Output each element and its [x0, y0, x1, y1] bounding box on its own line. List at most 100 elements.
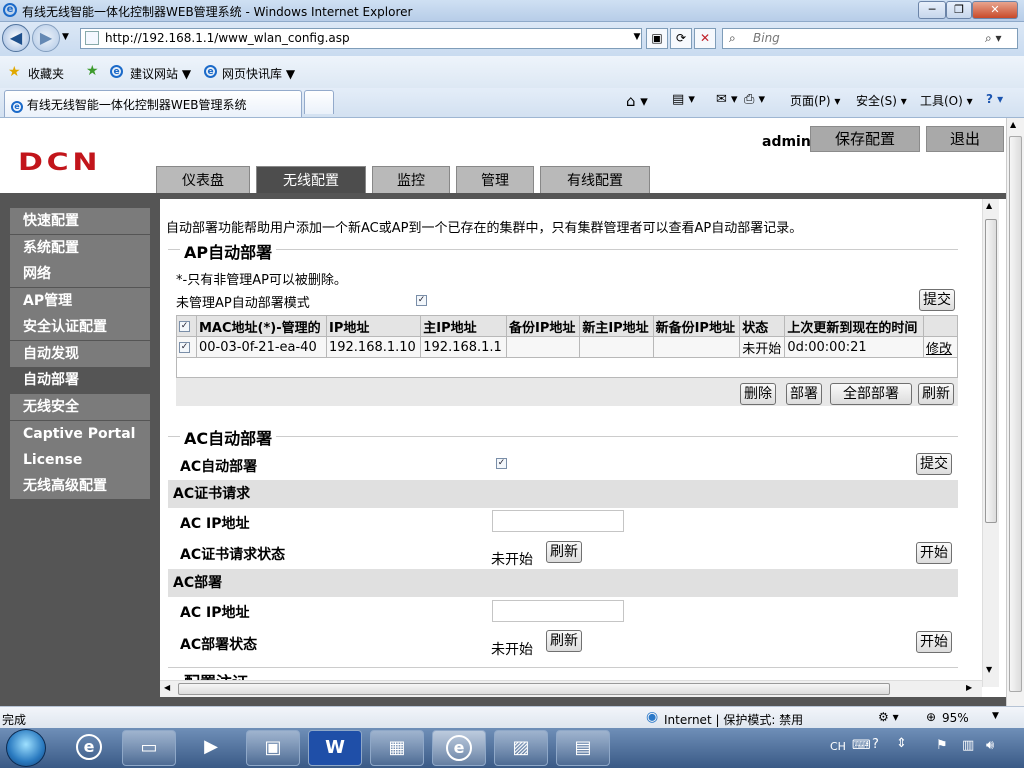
- browser-scroll-thumb[interactable]: [1009, 136, 1022, 692]
- sidebar-item-auto-deploy[interactable]: 自动部署: [10, 367, 150, 393]
- favorites-button[interactable]: 收藏夹: [28, 65, 64, 82]
- taskbar-word-icon[interactable]: W: [308, 730, 362, 766]
- taskbar-notepad-icon[interactable]: ▤: [556, 730, 610, 766]
- cert-start-button[interactable]: 开始: [916, 542, 952, 564]
- compat-view-icon[interactable]: ▣: [646, 28, 668, 49]
- taskbar-media-player-icon[interactable]: ▶: [184, 730, 238, 766]
- safety-menu[interactable]: 安全(S) ▾: [856, 92, 907, 109]
- start-button[interactable]: [6, 729, 46, 767]
- zoom-level[interactable]: 95%: [942, 711, 969, 725]
- edit-link[interactable]: 修改: [926, 342, 952, 357]
- save-config-button[interactable]: 保存配置: [810, 126, 920, 152]
- zone-text[interactable]: Internet | 保护模式: 禁用: [664, 711, 803, 728]
- back-button[interactable]: ◀: [2, 24, 30, 52]
- content-vertical-scrollbar[interactable]: ▲ ▼: [982, 199, 999, 687]
- taskbar-ie-pinned-icon[interactable]: e: [62, 730, 116, 766]
- taskbar-explorer-icon[interactable]: ▭: [122, 730, 176, 766]
- zoom-dropdown-icon[interactable]: ▼: [992, 711, 999, 721]
- vertical-scroll-thumb[interactable]: [985, 219, 997, 523]
- ap-section-border: [168, 249, 958, 250]
- search-go-icon[interactable]: ⌕ ▾: [985, 29, 1002, 48]
- stop-icon[interactable]: ✕: [694, 28, 716, 49]
- scroll-left-icon[interactable]: ◀: [164, 683, 170, 692]
- sidebar-item-wireless-security[interactable]: 无线安全: [10, 394, 150, 420]
- refresh-icon[interactable]: ⟳: [670, 28, 692, 49]
- deploy-start-button[interactable]: 开始: [916, 631, 952, 653]
- sidebar-item-network[interactable]: 网络: [10, 261, 150, 287]
- tools-menu[interactable]: 工具(O) ▾: [920, 92, 973, 109]
- address-bar[interactable]: http://192.168.1.1/www_wlan_config.asp: [80, 28, 642, 49]
- delete-button[interactable]: 删除: [740, 383, 776, 405]
- mail-icon[interactable]: ✉ ▾: [716, 92, 738, 107]
- protected-mode-icon[interactable]: ⚙ ▾: [878, 710, 899, 724]
- tab-monitor[interactable]: 监控: [372, 166, 450, 194]
- tray-help-icon[interactable]: ?: [872, 737, 879, 752]
- tab-wired-config[interactable]: 有线配置: [540, 166, 650, 194]
- taskbar-remote-icon[interactable]: ▦: [370, 730, 424, 766]
- forward-button[interactable]: ▶: [32, 24, 60, 52]
- close-window-button[interactable]: ✕: [972, 1, 1018, 19]
- new-tab-button[interactable]: [304, 90, 334, 114]
- sidebar-item-quick-config[interactable]: 快速配置: [10, 208, 150, 234]
- sidebar-item-auto-discovery[interactable]: 自动发现: [10, 341, 150, 367]
- browser-scroll-up-icon[interactable]: ▲: [1010, 120, 1016, 129]
- refresh-table-button[interactable]: 刷新: [918, 383, 954, 405]
- search-box[interactable]: ⌕ Bing ⌕ ▾: [722, 28, 1018, 49]
- print-icon[interactable]: ⎙ ▾: [744, 92, 765, 107]
- sidebar-item-license[interactable]: License: [10, 447, 150, 473]
- feeds-icon[interactable]: ▤ ▾: [672, 92, 695, 107]
- sidebar-item-ap-manage[interactable]: AP管理: [10, 288, 150, 314]
- add-favorite-icon[interactable]: ★: [86, 63, 99, 79]
- browser-vertical-scrollbar[interactable]: ▲: [1006, 118, 1024, 706]
- horizontal-scroll-thumb[interactable]: [178, 683, 890, 695]
- scroll-right-icon[interactable]: ▶: [966, 683, 972, 692]
- row-checkbox[interactable]: ✓: [179, 341, 190, 353]
- browser-tab-active[interactable]: e 有线无线智能一体化控制器WEB管理系统: [4, 90, 302, 117]
- deploy-ac-ip-input[interactable]: [492, 600, 624, 622]
- favorites-bar: ★ 收藏夹 ★ e 建议网站 ▼ e 网页快讯库 ▼: [0, 56, 1024, 88]
- web-slice-gallery-link[interactable]: 网页快讯库 ▼: [222, 65, 295, 82]
- history-dropdown-icon[interactable]: ▼: [62, 32, 69, 42]
- minimize-button[interactable]: ─: [918, 1, 946, 19]
- unmanaged-mode-checkbox[interactable]: ✓: [416, 295, 427, 306]
- tray-arrow-icon[interactable]: ⇕: [896, 736, 907, 751]
- taskbar-ie-active-icon[interactable]: e: [432, 730, 486, 766]
- language-indicator[interactable]: CH: [830, 740, 846, 753]
- ap-submit-button[interactable]: 提交: [919, 289, 955, 311]
- tab-wireless-config[interactable]: 无线配置: [256, 166, 366, 194]
- sidebar-item-security-auth[interactable]: 安全认证配置: [10, 314, 150, 340]
- suggested-sites-link[interactable]: 建议网站 ▼: [130, 65, 191, 82]
- sidebar-item-captive-portal[interactable]: Captive Portal: [10, 421, 150, 447]
- select-all-checkbox[interactable]: ✓: [179, 320, 190, 332]
- ie-logo-icon: e: [3, 3, 17, 17]
- scroll-up-icon[interactable]: ▲: [986, 201, 992, 210]
- network-icon[interactable]: ▥: [962, 738, 974, 753]
- content-horizontal-scrollbar[interactable]: ◀ ▶: [160, 680, 982, 697]
- page-menu[interactable]: 页面(P) ▾: [790, 92, 840, 109]
- ac-auto-deploy-checkbox[interactable]: ✓: [496, 458, 507, 469]
- cert-ac-ip-input[interactable]: [492, 510, 624, 532]
- web-page: DCN admin 保存配置 退出 仪表盘 无线配置 监控 管理 有线配置 快速…: [0, 118, 1024, 706]
- window-title: 有线无线智能一体化控制器WEB管理系统 - Windows Internet E…: [22, 5, 413, 19]
- tab-manage[interactable]: 管理: [456, 166, 534, 194]
- ac-submit-button[interactable]: 提交: [916, 453, 952, 475]
- taskbar-app-icon[interactable]: ▣: [246, 730, 300, 766]
- sidebar-item-advanced-wireless[interactable]: 无线高级配置: [10, 473, 150, 499]
- sidebar-item-system-config[interactable]: 系统配置: [10, 235, 150, 261]
- taskbar-photo-icon[interactable]: ▨: [494, 730, 548, 766]
- scroll-down-icon[interactable]: ▼: [986, 665, 992, 674]
- action-center-icon[interactable]: ⚑: [936, 738, 948, 753]
- deploy-refresh-button[interactable]: 刷新: [546, 630, 582, 652]
- address-dropdown-icon[interactable]: ▼: [630, 28, 644, 49]
- cert-refresh-button[interactable]: 刷新: [546, 541, 582, 563]
- address-url: http://192.168.1.1/www_wlan_config.asp: [105, 31, 350, 45]
- keyboard-icon[interactable]: ⌨: [852, 738, 871, 753]
- logout-button[interactable]: 退出: [926, 126, 1004, 152]
- home-icon[interactable]: ⌂ ▾: [626, 92, 648, 110]
- help-icon[interactable]: ? ▾: [986, 92, 1003, 106]
- tab-dashboard[interactable]: 仪表盘: [156, 166, 250, 194]
- volume-icon[interactable]: 🔊︎: [986, 738, 994, 753]
- maximize-button[interactable]: ❐: [946, 1, 972, 19]
- deploy-button[interactable]: 部署: [786, 383, 822, 405]
- deploy-all-button[interactable]: 全部部署: [830, 383, 912, 405]
